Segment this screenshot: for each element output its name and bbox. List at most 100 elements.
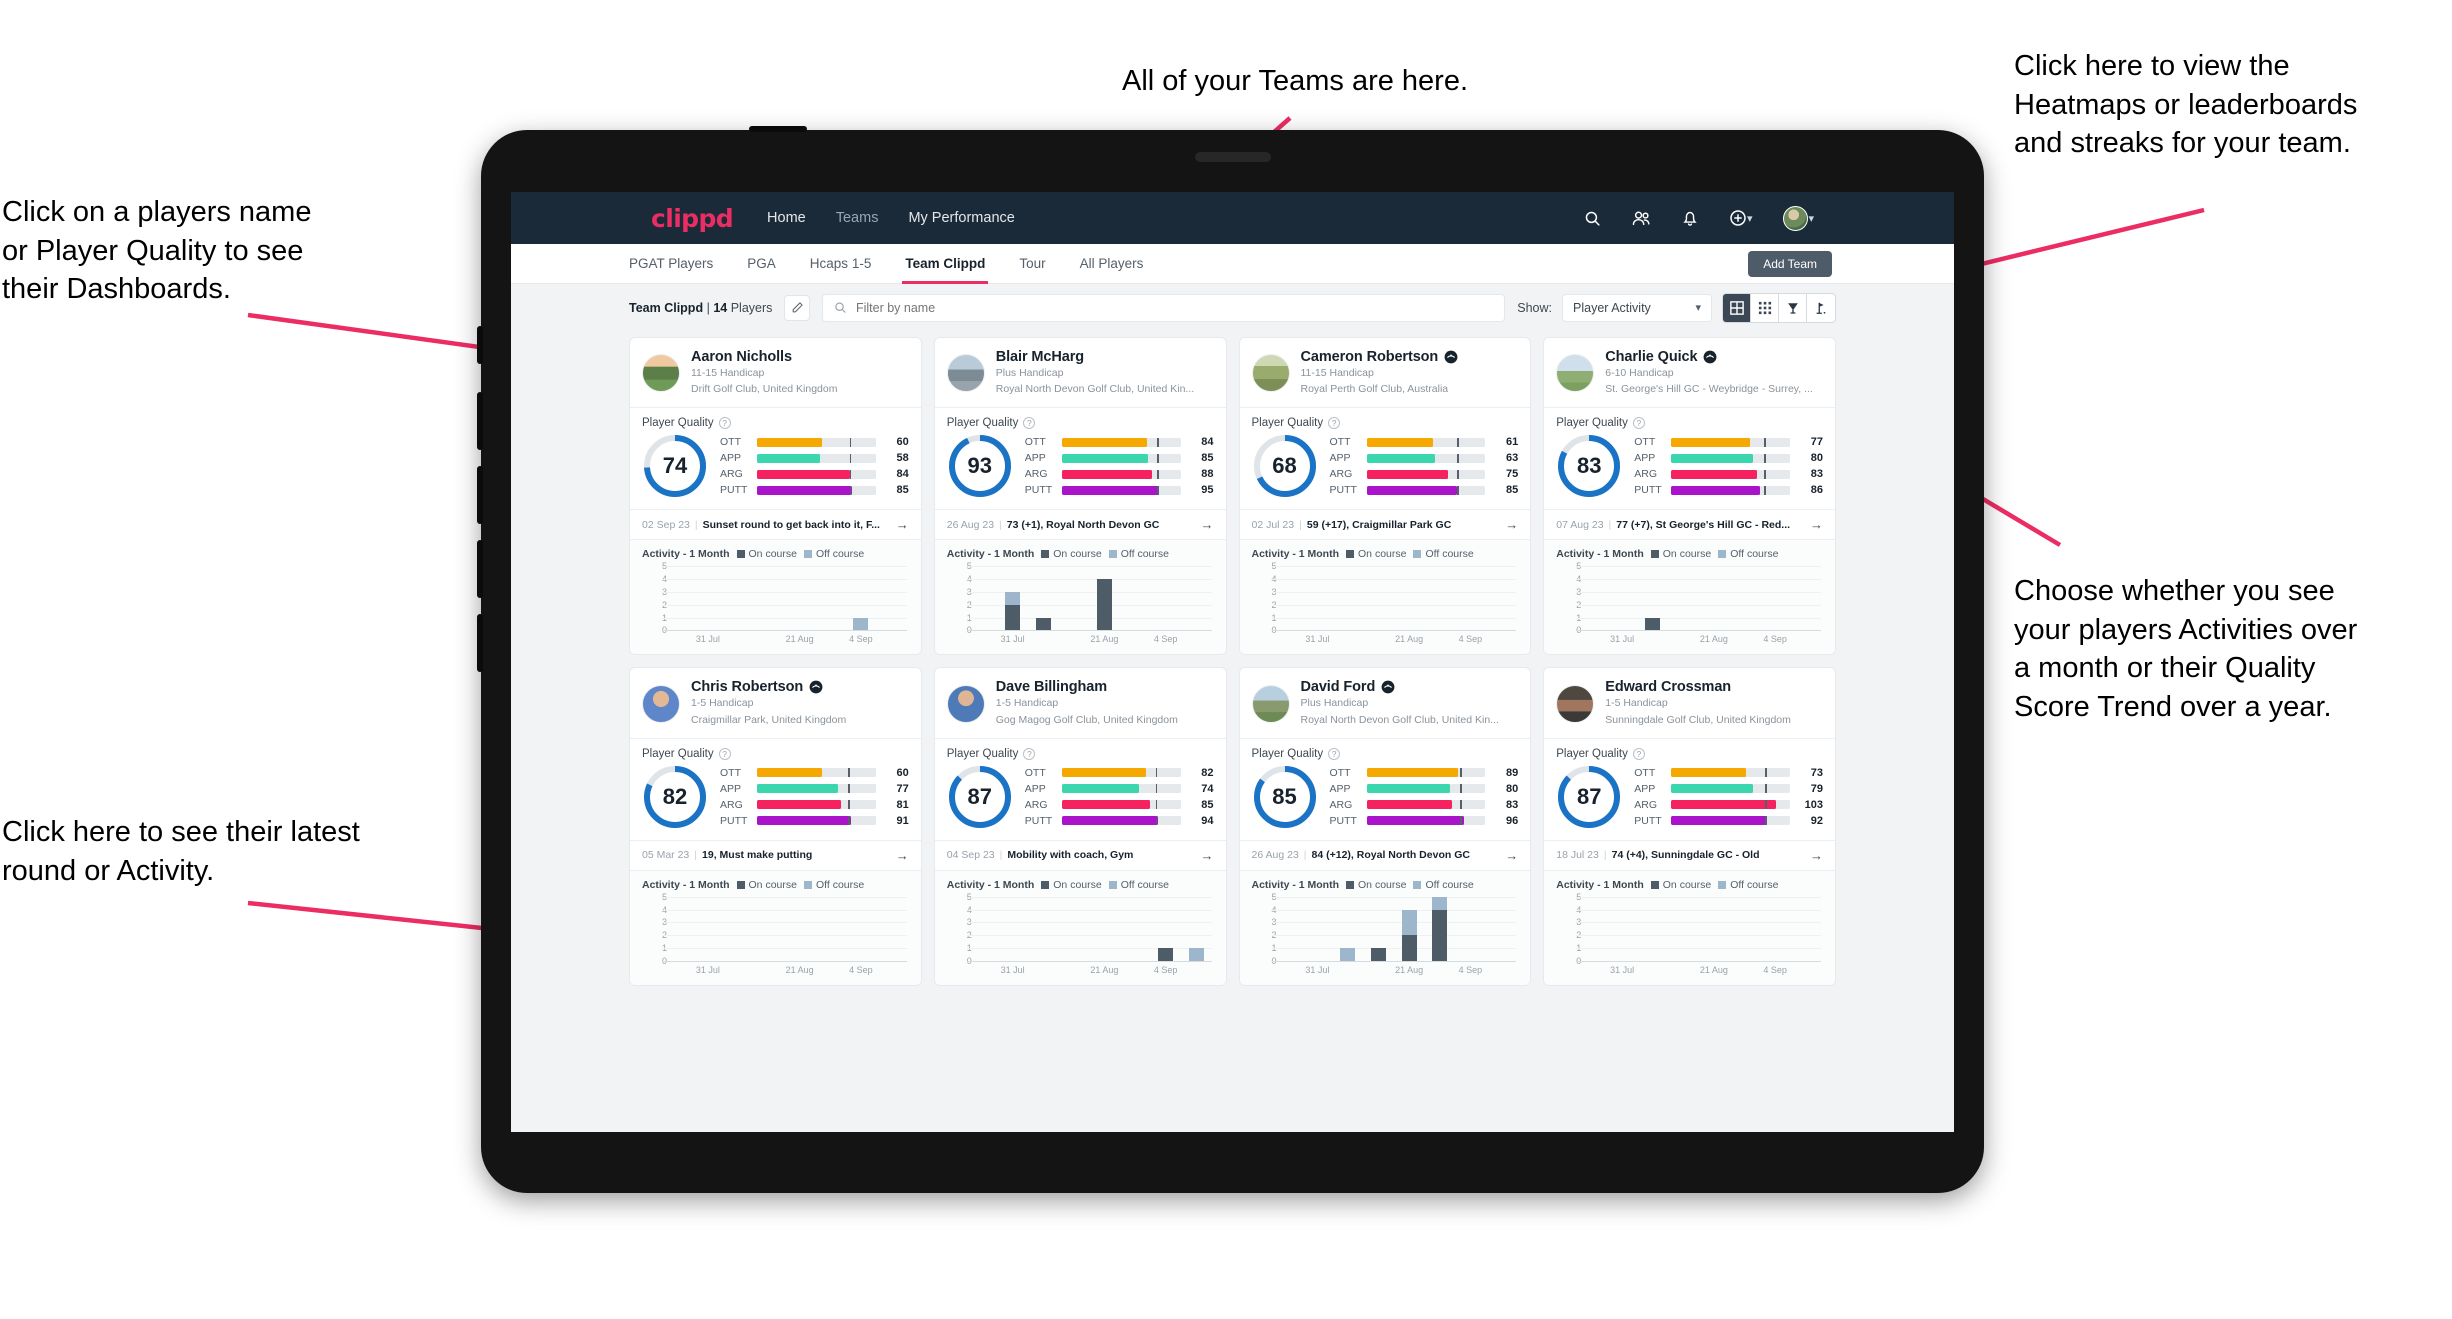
question-mark-icon[interactable]: ? <box>1023 747 1036 760</box>
quality-donut[interactable]: 82 <box>642 764 708 830</box>
player-avatar[interactable] <box>1556 354 1595 393</box>
clippd-logo[interactable]: clippd <box>651 204 734 233</box>
player-name[interactable]: David Ford <box>1301 679 1376 695</box>
question-mark-icon[interactable]: ? <box>718 417 731 430</box>
player-card[interactable]: Edward Crossman 1-5 Handicap Sunningdale… <box>1543 667 1836 986</box>
question-mark-icon[interactable]: ? <box>1632 417 1645 430</box>
player-name[interactable]: Dave Billingham <box>996 679 1107 695</box>
player-card-header[interactable]: Aaron Nicholls 11-15 Handicap Drift Golf… <box>630 338 921 407</box>
quality-donut[interactable]: 85 <box>1252 764 1318 830</box>
question-mark-icon[interactable]: ? <box>1328 417 1341 430</box>
tab-hcaps-1-5[interactable]: Hcaps 1-5 <box>810 244 872 284</box>
chevron-down-icon[interactable]: ▾ <box>1747 212 1753 225</box>
player-name-row[interactable]: Chris Robertson <box>691 679 846 695</box>
player-name[interactable]: Edward Crossman <box>1605 679 1731 695</box>
dense-grid-view-icon[interactable] <box>1751 293 1779 322</box>
player-card[interactable]: Dave Billingham 1-5 Handicap Gog Magog G… <box>933 667 1227 986</box>
player-quality-body[interactable]: 85 OTT 89 APP 80 ARG 83 PUTT 96 <box>1240 760 1531 840</box>
player-avatar[interactable] <box>1556 684 1595 723</box>
player-name-row[interactable]: Aaron Nicholls <box>691 349 837 365</box>
golf-flag-icon[interactable] <box>1807 294 1835 322</box>
search-input[interactable] <box>855 300 1494 315</box>
arrow-right-icon[interactable]: → <box>1810 517 1823 532</box>
tab-pga[interactable]: PGA <box>747 244 776 284</box>
player-quality-body[interactable]: 74 OTT 60 APP 58 ARG 84 PUTT 85 <box>630 429 921 509</box>
people-icon[interactable] <box>1632 210 1651 227</box>
player-card-header[interactable]: Chris Robertson 1-5 Handicap Craigmillar… <box>630 668 921 737</box>
player-quality-body[interactable]: 83 OTT 77 APP 80 ARG 83 PUTT 86 <box>1544 429 1835 509</box>
player-card-header[interactable]: Blair McHarg Plus Handicap Royal North D… <box>935 338 1226 407</box>
edit-team-button[interactable] <box>784 294 811 321</box>
heatmap-trophy-icon[interactable] <box>1779 293 1807 322</box>
player-quality-body[interactable]: 87 OTT 73 APP 79 ARG 103 PUTT 92 <box>1544 760 1835 840</box>
search-icon[interactable] <box>1584 210 1601 227</box>
arrow-right-icon[interactable]: → <box>1505 517 1518 532</box>
arrow-right-icon[interactable]: → <box>896 517 909 532</box>
player-avatar[interactable] <box>946 354 985 393</box>
player-avatar[interactable] <box>642 354 680 393</box>
latest-round-row[interactable]: 18 Jul 23 | 74 (+4), Sunningdale GC - Ol… <box>1544 839 1835 870</box>
player-quality-body[interactable]: 68 OTT 61 APP 63 ARG 75 PUTT 85 <box>1240 429 1531 509</box>
tab-tour[interactable]: Tour <box>1019 244 1045 284</box>
player-name-row[interactable]: Charlie Quick <box>1605 349 1813 365</box>
tab-pgat-players[interactable]: PGAT Players <box>629 244 713 284</box>
nav-link-my-performance[interactable]: My Performance <box>908 210 1014 226</box>
player-card-header[interactable]: Edward Crossman 1-5 Handicap Sunningdale… <box>1544 668 1835 737</box>
player-quality-body[interactable]: 93 OTT 84 APP 85 ARG 88 PUTT 95 <box>935 429 1226 509</box>
quality-donut[interactable]: 93 <box>947 433 1013 499</box>
player-name[interactable]: Cameron Robertson <box>1301 349 1439 365</box>
player-card-header[interactable]: Dave Billingham 1-5 Handicap Gog Magog G… <box>935 668 1226 737</box>
search-container[interactable] <box>822 293 1506 322</box>
player-name[interactable]: Chris Robertson <box>691 679 803 695</box>
player-card[interactable]: Charlie Quick 6-10 Handicap St. George's… <box>1543 337 1836 656</box>
arrow-right-icon[interactable]: → <box>1201 848 1214 863</box>
side-button-4[interactable] <box>477 540 483 598</box>
quality-donut[interactable]: 83 <box>1556 433 1622 499</box>
volume-down-button[interactable] <box>477 466 483 524</box>
player-card-header[interactable]: Charlie Quick 6-10 Handicap St. George's… <box>1544 338 1835 407</box>
tab-team-clippd[interactable]: Team Clippd <box>902 244 989 284</box>
quality-donut[interactable]: 74 <box>642 433 708 499</box>
chevron-down-icon[interactable]: ▾ <box>1695 301 1701 314</box>
latest-round-row[interactable]: 26 Aug 23 | 73 (+1), Royal North Devon G… <box>934 509 1226 539</box>
latest-round-row[interactable]: 04 Sep 23 | Mobility with coach, Gym → <box>934 839 1226 870</box>
player-avatar[interactable] <box>642 684 680 723</box>
side-button-5[interactable] <box>477 614 483 672</box>
player-name-row[interactable]: David Ford <box>1301 679 1499 695</box>
quality-donut[interactable]: 68 <box>1252 433 1318 499</box>
player-name-row[interactable]: Edward Crossman <box>1605 679 1791 695</box>
player-card-header[interactable]: Cameron Robertson 11-15 Handicap Royal P… <box>1240 338 1531 407</box>
chevron-down-icon[interactable]: ▾ <box>1808 212 1814 225</box>
question-mark-icon[interactable]: ? <box>718 747 731 760</box>
question-mark-icon[interactable]: ? <box>1023 417 1036 430</box>
player-name-row[interactable]: Dave Billingham <box>996 679 1178 695</box>
tab-all-players[interactable]: All Players <box>1080 244 1144 284</box>
power-button[interactable] <box>749 126 807 132</box>
nav-link-teams[interactable]: Teams <box>836 210 879 226</box>
latest-round-row[interactable]: 05 Mar 23 | 19, Must make putting → <box>630 839 921 870</box>
player-avatar[interactable] <box>1251 354 1290 393</box>
player-avatar[interactable] <box>946 684 985 723</box>
show-select[interactable]: Player Activity ▾ <box>1562 293 1712 322</box>
arrow-right-icon[interactable]: → <box>1810 848 1823 863</box>
latest-round-row[interactable]: 02 Sep 23 | Sunset round to get back int… <box>630 509 921 539</box>
add-team-button[interactable]: Add Team <box>1748 251 1832 277</box>
latest-round-row[interactable]: 26 Aug 23 | 84 (+12), Royal North Devon … <box>1239 839 1531 870</box>
nav-link-home[interactable]: Home <box>767 210 806 226</box>
player-name-row[interactable]: Blair McHarg <box>996 349 1194 365</box>
player-name[interactable]: Aaron Nicholls <box>691 349 792 365</box>
player-card[interactable]: David Ford Plus Handicap Royal North Dev… <box>1238 667 1532 986</box>
player-quality-body[interactable]: 87 OTT 82 APP 74 ARG 85 PUTT 94 <box>935 760 1226 840</box>
player-card[interactable]: Chris Robertson 1-5 Handicap Craigmillar… <box>629 667 922 986</box>
player-card[interactable]: Blair McHarg Plus Handicap Royal North D… <box>933 337 1227 656</box>
player-card-header[interactable]: David Ford Plus Handicap Royal North Dev… <box>1240 668 1531 737</box>
arrow-right-icon[interactable]: → <box>896 848 909 863</box>
question-mark-icon[interactable]: ? <box>1328 747 1341 760</box>
arrow-right-icon[interactable]: → <box>1505 848 1518 863</box>
player-card[interactable]: Aaron Nicholls 11-15 Handicap Drift Golf… <box>629 337 922 656</box>
player-quality-body[interactable]: 82 OTT 60 APP 77 ARG 81 PUTT 91 <box>630 760 921 840</box>
arrow-right-icon[interactable]: → <box>1201 517 1214 532</box>
quality-donut[interactable]: 87 <box>1556 764 1622 830</box>
grid-view-icon[interactable] <box>1723 293 1751 322</box>
player-name[interactable]: Blair McHarg <box>996 349 1084 365</box>
